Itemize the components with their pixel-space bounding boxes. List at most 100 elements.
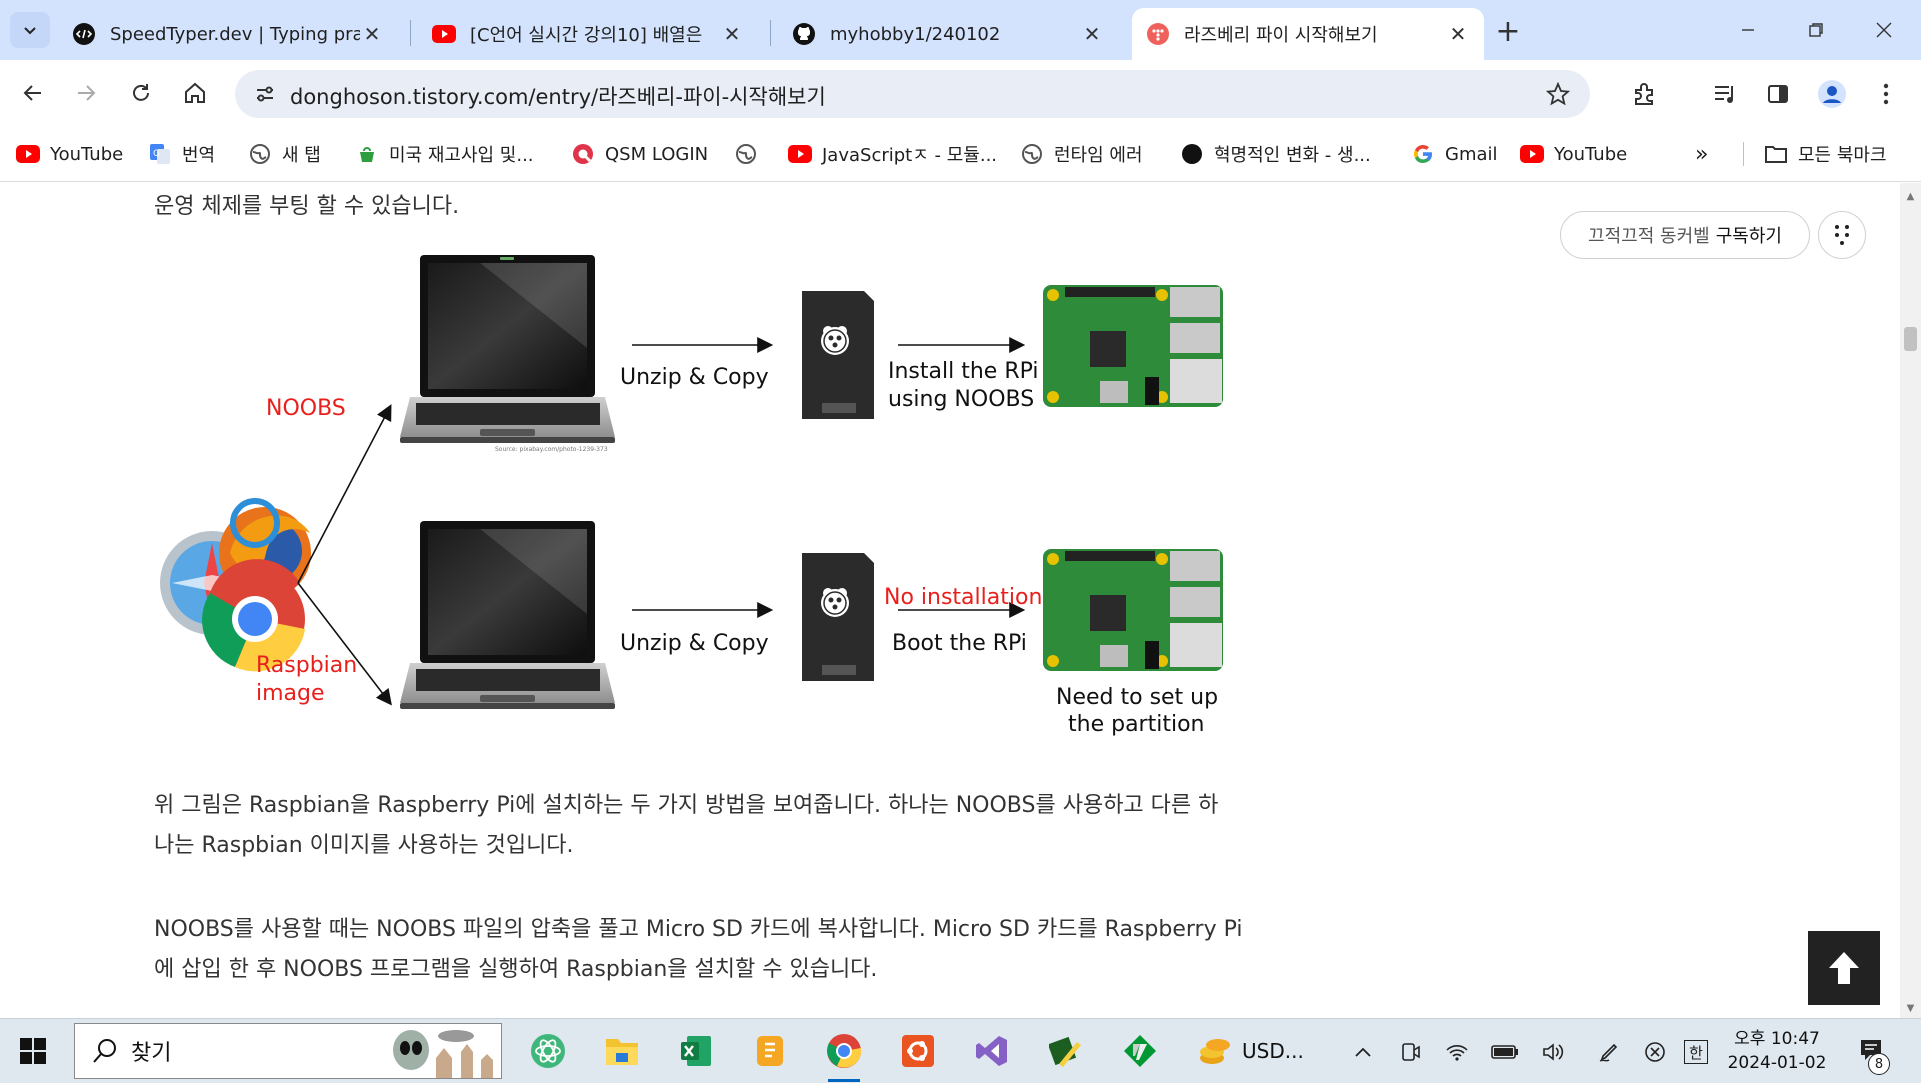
bookmark-youtube[interactable]: YouTube [16, 138, 123, 170]
media-control-icon[interactable] [1706, 75, 1744, 113]
taskbar-app-file-explorer[interactable] [600, 1029, 644, 1073]
minimize-button[interactable] [1714, 0, 1782, 60]
close-icon[interactable]: ✕ [1080, 22, 1104, 46]
battery-icon[interactable] [1490, 1037, 1520, 1067]
dots-grid-icon [1835, 225, 1849, 245]
taskbar-app-atom[interactable] [526, 1029, 570, 1073]
taskbar-app-vim[interactable] [1118, 1029, 1162, 1073]
volume-icon[interactable] [1538, 1037, 1568, 1067]
cup-icon [355, 142, 379, 166]
bookmark-label: 런타임 에러 [1054, 145, 1143, 166]
bookmark-revolution[interactable]: 혁명적인 변화 - 생... [1180, 138, 1371, 170]
search-highlight-icon [393, 1030, 493, 1078]
taskbar-app-notes[interactable] [748, 1029, 792, 1073]
bookmark-globe[interactable] [734, 138, 768, 170]
side-panel-icon[interactable] [1759, 75, 1797, 113]
bookmark-gmail[interactable]: Gmail [1411, 138, 1498, 170]
bookmark-label: 번역 [182, 145, 216, 166]
windows-logo-icon [20, 1038, 46, 1064]
taskbar-search[interactable]: 찾기 [74, 1023, 502, 1079]
address-bar[interactable]: donghoson.tistory.com/entry/라즈베리-파이-시작해보… [235, 70, 1590, 118]
tray-overflow-chevron-icon[interactable] [1348, 1037, 1378, 1067]
bookmark-translate[interactable]: G 번역 [148, 138, 215, 170]
window-close-button[interactable] [1850, 0, 1918, 60]
taskbar-app-currency[interactable]: USD... [1198, 1029, 1318, 1073]
url-text[interactable]: donghoson.tistory.com/entry/라즈베리-파이-시작해보… [290, 81, 826, 111]
tab-search-button[interactable] [10, 12, 50, 48]
restore-button[interactable] [1782, 0, 1850, 60]
pen-icon[interactable] [1594, 1037, 1624, 1067]
tab-raspberry[interactable]: 라즈베리 파이 시작해보기 ✕ [1132, 8, 1484, 60]
taskbar-app-excel[interactable] [674, 1029, 718, 1073]
start-button[interactable] [15, 1033, 51, 1069]
new-tab-button[interactable]: + [1491, 14, 1525, 49]
blog-menu-button[interactable] [1818, 211, 1866, 259]
page-content: 운영 체제를 부팅 할 수 있습니다. 끄적끄적 동커벨 구독하기 NOOBS … [0, 183, 1900, 1018]
svg-text:G: G [153, 149, 160, 159]
bookmark-us-stock[interactable]: 미국 재고사입 및... [355, 138, 534, 170]
tab-github[interactable]: myhobby1/240102 ✕ [778, 8, 1118, 60]
search-label: 찾기 [131, 1041, 172, 1066]
bookmark-runtime-error[interactable]: 런타임 에러 [1020, 138, 1143, 170]
tab-speedtyper[interactable]: SpeedTyper.dev | Typing practi ✕ [58, 8, 398, 60]
label-setup-partition-2: the partition [1068, 712, 1205, 737]
taskbar-app-ubuntu[interactable] [896, 1029, 940, 1073]
label-image: image [256, 681, 325, 706]
bookmark-javascript[interactable]: JavaScriptㅈ - 모듈... [788, 138, 997, 170]
no-connection-icon[interactable] [1640, 1037, 1670, 1067]
dot-icon [1180, 142, 1204, 166]
paragraph-diagram-explanation: 위 그림은 Raspbian을 Raspberry Pi에 설치하는 두 가지 … [154, 786, 1254, 866]
site-info-icon[interactable] [251, 80, 279, 108]
forward-button[interactable] [67, 74, 105, 112]
laptop-bottom [400, 521, 615, 709]
close-icon[interactable]: ✕ [1446, 22, 1470, 46]
visual-studio-icon [976, 1036, 1007, 1066]
image-source-caption: Source: pixabay.com/photo-1239-373 [495, 446, 608, 453]
profile-avatar[interactable] [1813, 75, 1851, 113]
reload-icon [133, 84, 149, 101]
close-icon[interactable]: ✕ [720, 22, 744, 46]
more-bookmarks-button[interactable]: » [1695, 138, 1708, 170]
scrollbar-thumb[interactable] [1904, 327, 1917, 351]
scroll-to-top-button[interactable] [1808, 931, 1880, 1005]
folder-icon [1764, 142, 1788, 166]
label-raspbian: Raspbian [256, 653, 358, 678]
reload-button[interactable] [122, 74, 160, 112]
subscribe-button[interactable]: 끄적끄적 동커벨 구독하기 [1560, 211, 1810, 259]
taskbar-app-chrome[interactable] [822, 1029, 866, 1082]
extensions-icon[interactable] [1625, 75, 1663, 113]
ime-indicator[interactable]: 한 [1684, 1040, 1708, 1064]
scroll-up-arrow-icon[interactable]: ▲ [1905, 191, 1916, 202]
folder-icon [606, 1039, 638, 1065]
taskbar-app-editor[interactable] [1044, 1029, 1088, 1073]
wifi-icon[interactable] [1442, 1037, 1472, 1067]
paragraph-intro: 운영 체제를 부팅 할 수 있습니다. [154, 194, 460, 219]
subscribe-label: 구독하기 [1715, 226, 1782, 247]
more-menu-icon[interactable] [1867, 75, 1905, 113]
translate-icon: G [148, 142, 172, 166]
page-scrollbar[interactable]: ▲ ▼ [1900, 183, 1921, 1018]
back-button[interactable] [14, 74, 52, 112]
bookmark-star-icon[interactable] [1544, 80, 1572, 108]
notification-badge: 8 [1868, 1053, 1890, 1075]
close-icon [1876, 22, 1892, 38]
bookmark-new-tab[interactable]: 새 탭 [248, 138, 321, 170]
bookmark-youtube-2[interactable]: YouTube [1520, 138, 1627, 170]
camera-icon[interactable] [1396, 1037, 1426, 1067]
taskbar-clock[interactable]: 오후 10:47 2024-01-02 [1722, 1027, 1832, 1075]
all-bookmarks-button[interactable]: 모든 북마크 [1764, 138, 1887, 170]
home-icon [185, 82, 205, 103]
coins-icon [1200, 1039, 1230, 1064]
close-icon[interactable]: ✕ [360, 22, 384, 46]
currency-label: USD... [1242, 1039, 1304, 1063]
arrow-right-icon [78, 85, 96, 101]
scroll-down-arrow-icon[interactable]: ▼ [1905, 1003, 1916, 1014]
bookmark-qsm[interactable]: QSM LOGIN [571, 138, 708, 170]
tab-c-lecture[interactable]: [C언어 실시간 강의10] 배열은 ✕ [418, 8, 758, 60]
speedtyper-icon [72, 22, 96, 46]
tab-separator [410, 20, 411, 46]
home-button[interactable] [176, 74, 214, 112]
taskbar-app-visual-studio[interactable] [970, 1029, 1014, 1073]
paragraph-noobs-explanation: NOOBS를 사용할 때는 NOOBS 파일의 압축을 풀고 Micro SD … [154, 910, 1254, 990]
bookmarks-bar: YouTube G 번역 새 탭 미국 재고사입 및... QSM LOGIN … [0, 126, 1921, 182]
